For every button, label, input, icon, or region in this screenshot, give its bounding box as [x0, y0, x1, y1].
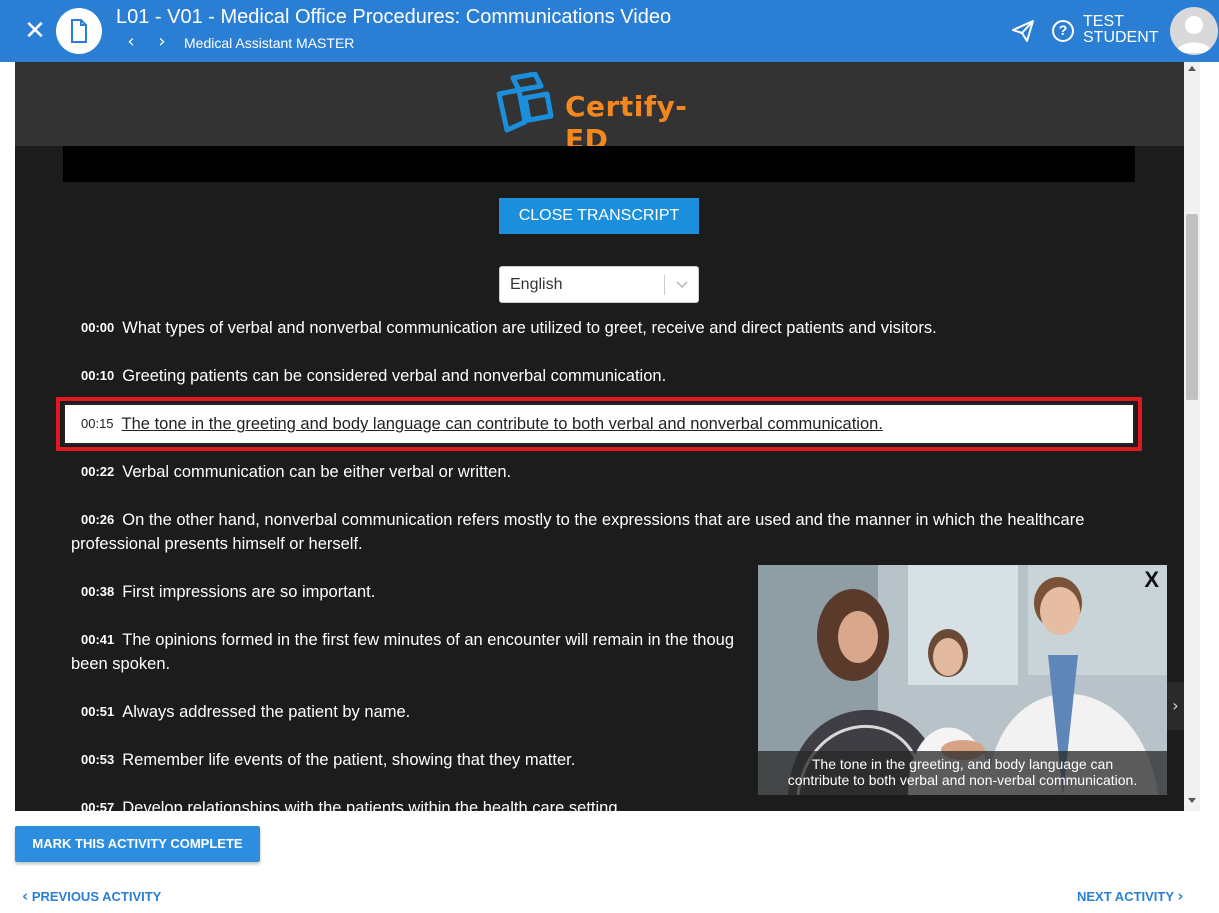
transcript-line[interactable]: 00:57 Develop relationships with the pati… — [71, 796, 1151, 811]
course-subtitle: Medical Assistant MASTER — [184, 35, 355, 51]
timestamp: 00:51 — [81, 704, 115, 719]
send-icon[interactable] — [1010, 18, 1036, 44]
transcript-line[interactable]: 00:00 What types of verbal and nonverbal … — [71, 316, 1151, 340]
scrollbar-thumb[interactable] — [1186, 214, 1198, 400]
document-icon — [71, 19, 87, 43]
transcript-text: professional presents himself or herself… — [71, 535, 363, 553]
caption-line: contribute to both verbal and non-verbal… — [787, 772, 1138, 788]
transcript-line[interactable]: 00:26 On the other hand, nonverbal commun… — [71, 508, 1151, 532]
chevron-right-icon: › — [1177, 887, 1184, 905]
previous-activity-link[interactable]: ‹ PREVIOUS ACTIVITY — [22, 887, 161, 905]
certify-ed-logo: Certify-ED — [495, 72, 725, 156]
help-icon[interactable]: ? — [1052, 20, 1074, 42]
document-icon-button[interactable] — [56, 8, 102, 54]
timestamp: 00:53 — [81, 752, 115, 767]
video-player-frame: Certify-ED CLOSE TRANSCRIPT English 00:0… — [15, 62, 1184, 811]
video-area[interactable] — [63, 146, 1135, 182]
user-name-line1: TEST — [1083, 13, 1124, 30]
language-select[interactable]: English — [499, 266, 699, 303]
timestamp: 00:41 — [81, 632, 115, 647]
chevron-down-icon — [676, 281, 688, 289]
transcript-text: Remember life events of the patient, sho… — [122, 751, 576, 769]
select-divider — [664, 275, 665, 295]
transcript-text: Greeting patients can be considered verb… — [122, 367, 667, 385]
transcript-text: Develop relationships with the patients … — [122, 799, 623, 811]
transcript-text: First impressions are so important. — [122, 583, 376, 601]
transcript-line-cont[interactable]: professional presents himself or herself… — [71, 532, 1151, 556]
scroll-down-icon[interactable] — [1188, 798, 1196, 803]
transcript-text: been spoken. — [71, 655, 171, 673]
logo-band: Certify-ED — [15, 62, 1184, 156]
chevron-left-icon[interactable]: ‹ — [121, 32, 141, 52]
scrollbar[interactable] — [1184, 62, 1200, 811]
timestamp: 00:00 — [81, 320, 115, 335]
user-silhouette-icon — [1176, 16, 1212, 53]
timestamp: 00:26 — [81, 512, 115, 527]
transcript-line[interactable]: 00:22 Verbal communication can be either … — [71, 460, 1151, 484]
transcript-text: The tone in the greeting and body langua… — [121, 415, 883, 433]
transcript-text: Verbal communication can be either verba… — [122, 463, 512, 481]
transcript-line-active[interactable]: 00:15 The tone in the greeting and body l… — [71, 412, 883, 436]
collapse-tab-icon[interactable]: › — [1167, 682, 1184, 730]
previous-activity-label: PREVIOUS ACTIVITY — [31, 889, 162, 904]
chevron-right-icon[interactable]: › — [152, 32, 172, 52]
cube-logo-icon — [496, 72, 554, 133]
top-app-bar: ✕ L01 - V01 - Medical Office Procedures:… — [0, 0, 1219, 62]
video-caption: The tone in the greeting, and body langu… — [758, 756, 1167, 788]
next-activity-link[interactable]: NEXT ACTIVITY › — [1077, 887, 1184, 905]
timestamp: 00:22 — [81, 464, 115, 479]
transcript-text: The opinions formed in the first few min… — [122, 631, 734, 649]
close-icon[interactable]: ✕ — [22, 18, 48, 44]
timestamp: 00:10 — [81, 368, 115, 383]
user-name[interactable]: TEST STUDENT — [1083, 14, 1159, 46]
transcript-text: On the other hand, nonverbal communicati… — [122, 511, 1085, 529]
timestamp: 00:15 — [81, 416, 114, 431]
next-activity-label: NEXT ACTIVITY — [1077, 889, 1174, 904]
mark-complete-button[interactable]: MARK THIS ACTIVITY COMPLETE — [15, 826, 260, 862]
timestamp: 00:38 — [81, 584, 115, 599]
close-transcript-button[interactable]: CLOSE TRANSCRIPT — [499, 198, 699, 234]
transcript-line[interactable]: 00:10 Greeting patients can be considered… — [71, 364, 1151, 388]
avatar[interactable] — [1170, 7, 1218, 55]
caption-line: The tone in the greeting, and body langu… — [811, 756, 1114, 772]
picture-in-picture-video[interactable]: X The tone in the greeting, and body lan… — [758, 565, 1167, 795]
transcript-text: What types of verbal and nonverbal commu… — [122, 319, 937, 337]
language-value: English — [510, 276, 563, 293]
timestamp: 00:57 — [81, 800, 115, 811]
user-name-line2: STUDENT — [1083, 29, 1159, 46]
pip-close-button[interactable]: X — [1144, 567, 1159, 593]
page-title: L01 - V01 - Medical Office Procedures: C… — [116, 6, 672, 28]
chevron-left-icon: ‹ — [22, 887, 29, 905]
scroll-up-icon[interactable] — [1188, 66, 1196, 71]
transcript-text: Always addressed the patient by name. — [122, 703, 411, 721]
